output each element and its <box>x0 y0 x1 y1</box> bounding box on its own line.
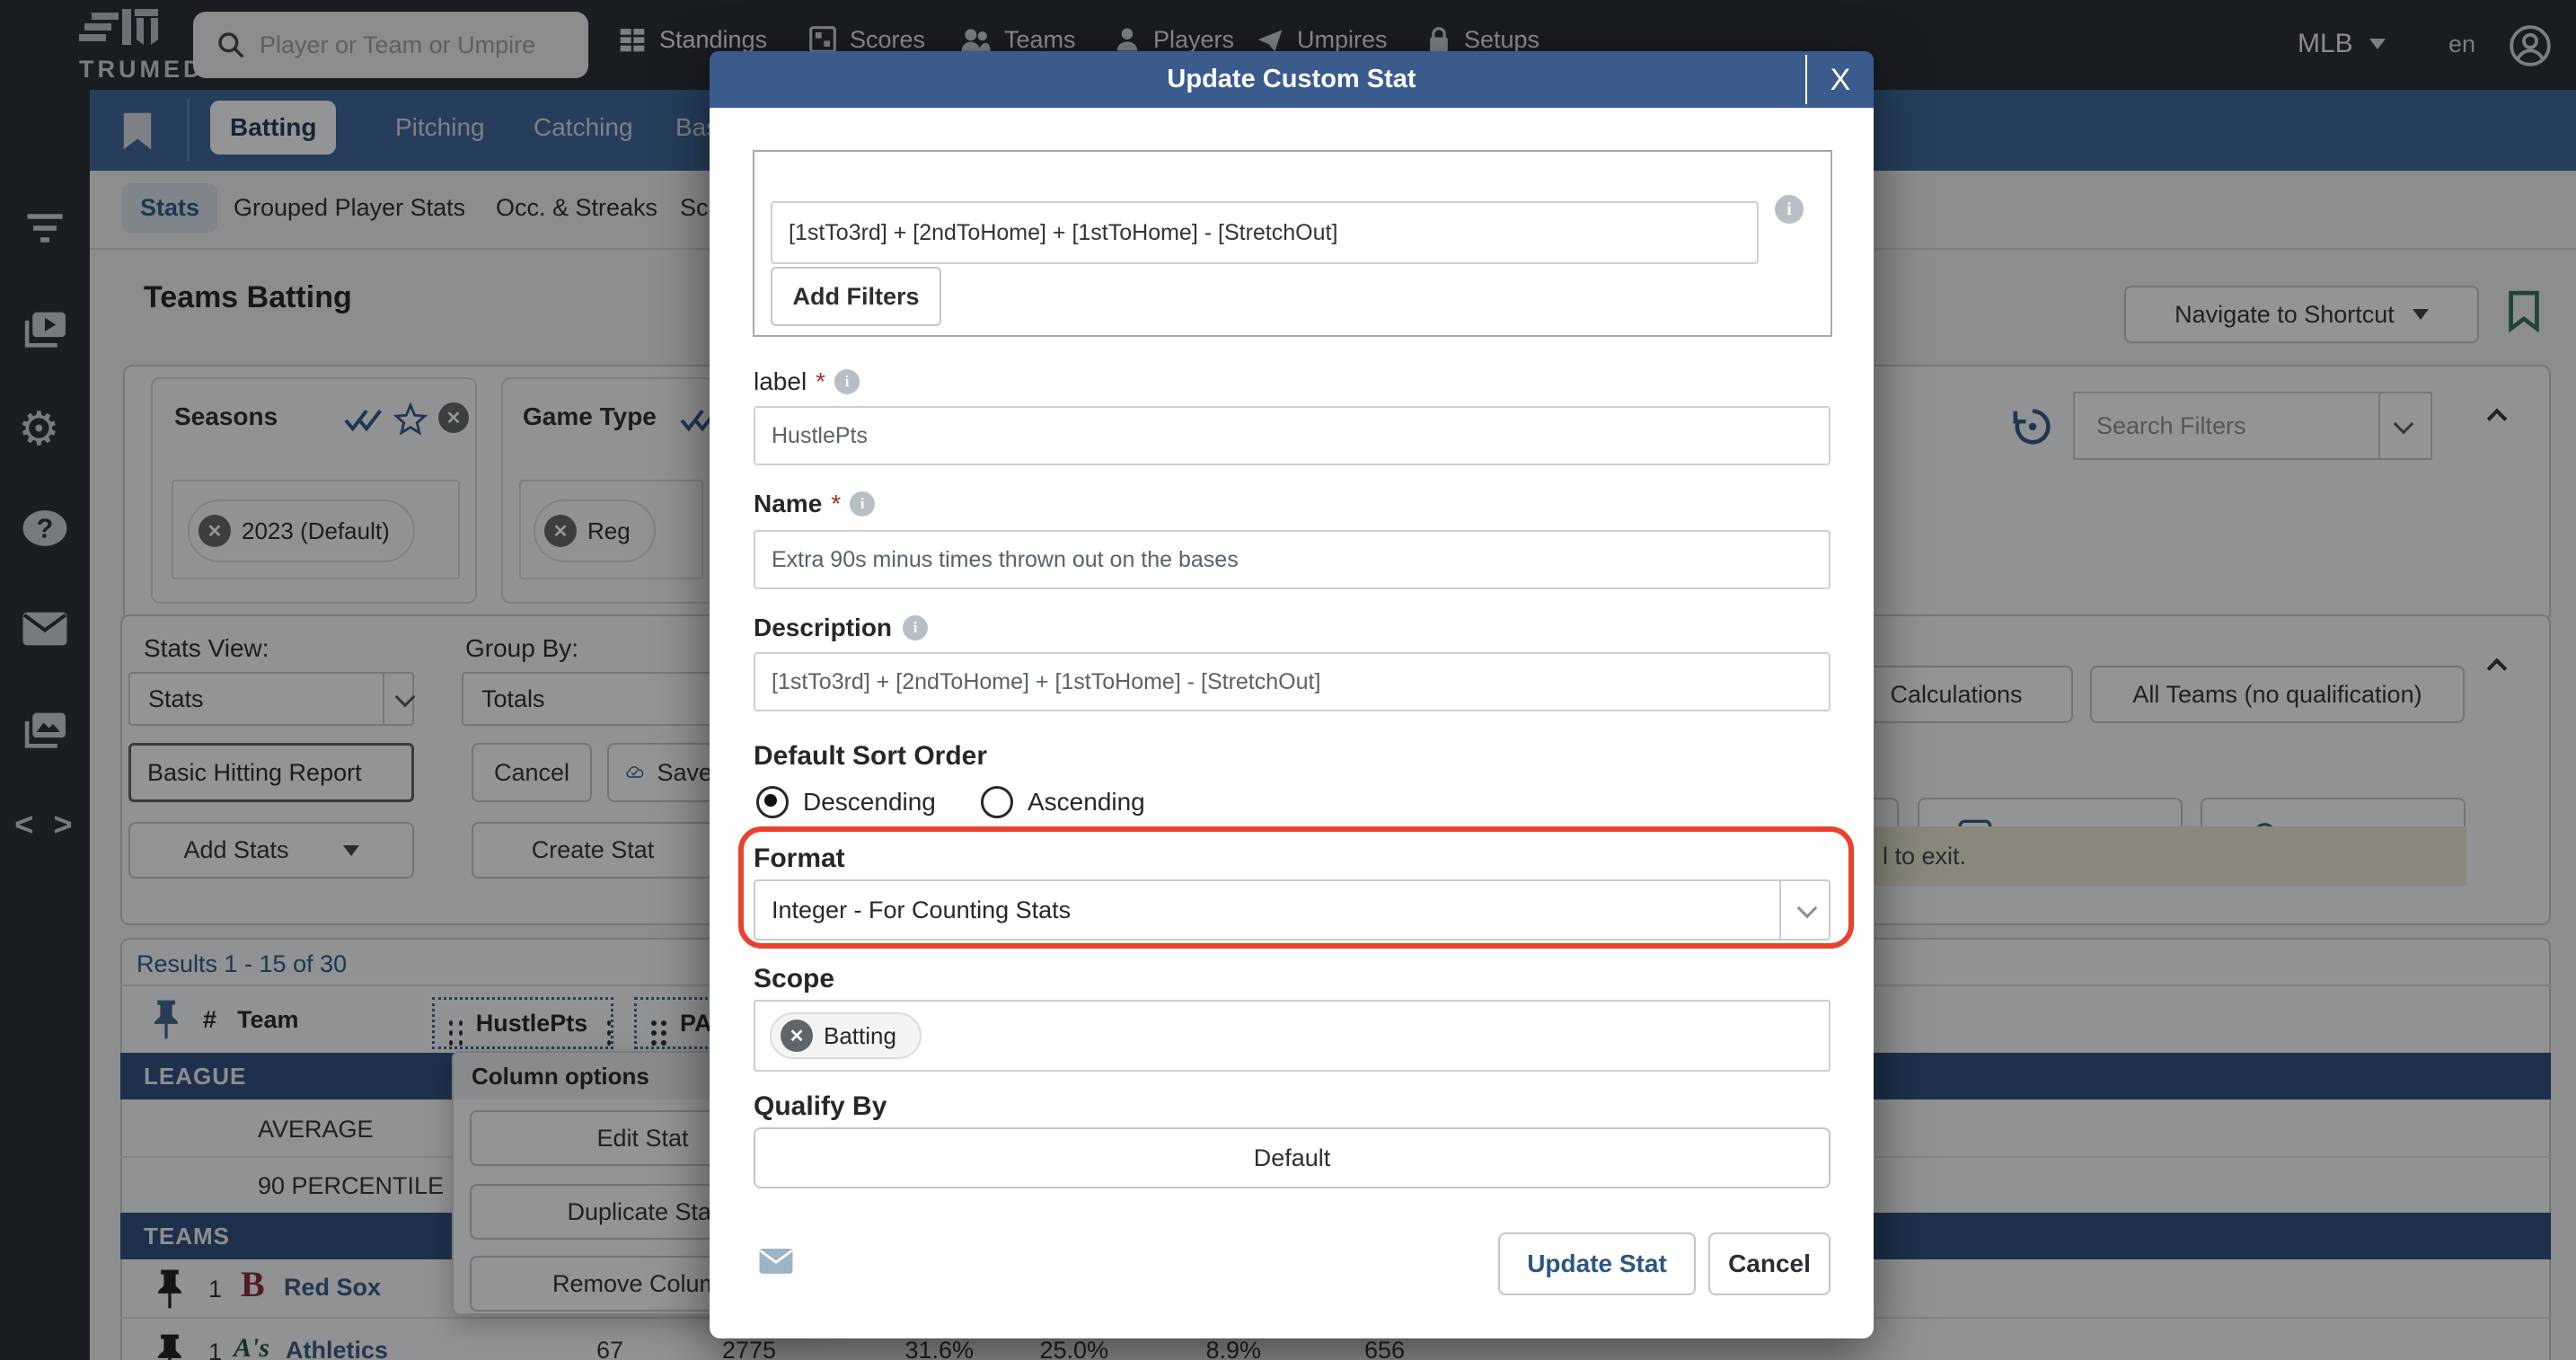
format-highlight-annotation <box>738 826 1854 949</box>
formula-panel: [1stTo3rd] + [2ndToHome] + [1stToHome] -… <box>753 150 1832 337</box>
name-input[interactable]: Extra 90s minus times thrown out on the … <box>754 530 1831 589</box>
add-filters-button[interactable]: Add Filters <box>771 267 941 326</box>
close-icon[interactable]: X <box>1814 58 1866 102</box>
info-icon[interactable]: i <box>903 615 928 640</box>
update-stat-button[interactable]: Update Stat <box>1498 1232 1696 1295</box>
modal-title: Update Custom Stat <box>710 65 1874 94</box>
chip-remove-icon[interactable]: ✕ <box>781 1020 813 1052</box>
scope-chip[interactable]: ✕ Batting <box>770 1012 922 1059</box>
info-icon[interactable]: i <box>834 369 860 394</box>
sort-ascending-option[interactable]: Ascending <box>981 786 1145 818</box>
app-screen: TRUMEDIA Player or Team or Umpire Standi… <box>0 0 2576 1360</box>
scope-label: Scope <box>754 964 834 994</box>
required-asterisk: * <box>831 490 841 518</box>
qualify-by-label: Qualify By <box>754 1091 887 1122</box>
update-custom-stat-modal: Update Custom Stat X [1stTo3rd] + [2ndTo… <box>710 51 1874 1338</box>
scope-box: ✕ Batting <box>754 1000 1831 1072</box>
description-input[interactable]: [1stTo3rd] + [2ndToHome] + [1stToHome] -… <box>754 652 1831 711</box>
required-asterisk: * <box>816 367 825 396</box>
divider <box>1805 55 1807 104</box>
sort-descending-option[interactable]: Descending <box>756 786 936 818</box>
modal-cancel-button[interactable]: Cancel <box>1708 1232 1831 1295</box>
radio-unselected-icon[interactable] <box>981 786 1013 818</box>
info-icon[interactable]: i <box>1775 195 1804 224</box>
radio-selected-icon[interactable] <box>756 786 789 818</box>
formula-input[interactable]: [1stTo3rd] + [2ndToHome] + [1stToHome] -… <box>771 201 1759 264</box>
name-field-label: Name * i <box>754 490 875 518</box>
label-field-label: label * i <box>754 367 860 396</box>
qualify-by-button[interactable]: Default <box>754 1127 1831 1188</box>
modal-header: Update Custom Stat <box>710 51 1874 108</box>
description-field-label: Description i <box>754 614 928 642</box>
info-icon[interactable]: i <box>850 491 875 517</box>
sort-order-label: Default Sort Order <box>754 741 987 772</box>
label-input[interactable]: HustlePts <box>754 406 1831 465</box>
mail-icon[interactable] <box>758 1248 794 1275</box>
